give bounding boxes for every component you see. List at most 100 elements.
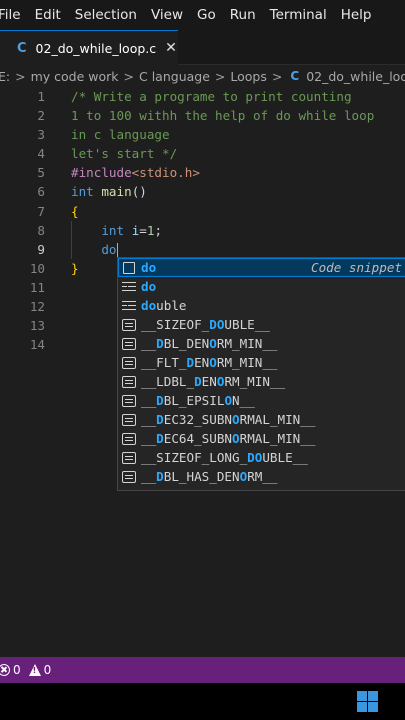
suggestion-item[interactable]: do xyxy=(118,277,405,296)
parens: () xyxy=(131,184,147,200)
match-highlight: D xyxy=(156,393,164,408)
constant-icon xyxy=(122,432,136,445)
label-text: uble xyxy=(156,298,187,313)
match-highlight: do xyxy=(141,279,157,294)
warning-count: 0 xyxy=(43,663,52,677)
match-highlight: O xyxy=(232,412,240,427)
constant-icon xyxy=(122,356,136,369)
match-highlight: do xyxy=(141,260,157,275)
suggestion-label: do xyxy=(141,258,156,277)
tab-bar: C 02_do_while_loop.c ✕ xyxy=(0,30,405,65)
menu-go[interactable]: Go xyxy=(197,7,216,23)
suggestion-item[interactable]: __SIZEOF_DOUBLE__ xyxy=(118,315,405,334)
warning-icon xyxy=(28,664,41,676)
semicolon: ; xyxy=(154,222,163,238)
suggestion-item[interactable]: __DEC32_SUBNORMAL_MIN__ xyxy=(118,410,405,429)
code-line-include: #include<stdio.h> xyxy=(71,163,405,182)
suggestion-label: __FLT_DENORM_MIN__ xyxy=(141,353,278,372)
label-text: __SIZEOF_ xyxy=(141,317,210,332)
constant-icon xyxy=(122,413,136,426)
constant-icon xyxy=(122,318,136,331)
label-text: __ xyxy=(141,412,157,427)
match-highlight: O xyxy=(232,431,240,446)
tab-02-do-while-loop[interactable]: C 02_do_while_loop.c ✕ xyxy=(0,30,178,65)
line-number: 4 xyxy=(37,146,45,162)
menu-view[interactable]: View xyxy=(151,7,183,23)
problems-indicator[interactable]: 0 0 xyxy=(0,663,51,677)
suggestion-item[interactable]: do Code snippet xyxy=(118,258,405,277)
line-number: 3 xyxy=(37,127,45,143)
label-text: __LDBL_ xyxy=(141,374,195,389)
suggestion-item[interactable]: __SIZEOF_LONG_DOUBLE__ xyxy=(118,448,405,467)
menu-run[interactable]: Run xyxy=(230,7,256,23)
suggestion-item[interactable]: double xyxy=(118,296,405,315)
code-line-comment: in c language xyxy=(71,127,170,143)
match-highlight: D xyxy=(156,431,164,446)
match-highlight: D xyxy=(194,374,202,389)
line-number: 5 xyxy=(37,165,45,181)
constant-icon xyxy=(122,375,136,388)
menu-file[interactable]: File xyxy=(0,7,21,23)
code-line-comment: let's start */ xyxy=(71,146,178,162)
suggestion-widget: do Code snippet do double __SIZEOF_DOUBLE__ _… xyxy=(117,257,405,491)
line-number: 13 xyxy=(29,318,45,334)
int-keyword: int xyxy=(71,184,94,200)
do-keyword: do xyxy=(101,241,117,257)
label-text: EN xyxy=(201,374,217,389)
c-file-icon: C xyxy=(290,69,300,83)
label-text: __ xyxy=(141,336,157,351)
breadcrumb-loops[interactable]: Loops xyxy=(230,69,267,84)
snippet-icon xyxy=(123,261,135,274)
error-count: 0 xyxy=(13,663,21,677)
menu-selection[interactable]: Selection xyxy=(75,7,137,23)
suggestion-item[interactable]: __DBL_HAS_DENORM__ xyxy=(118,467,405,486)
line-number: 6 xyxy=(37,184,45,200)
label-text: __ xyxy=(141,469,157,484)
taskbar xyxy=(0,683,405,720)
chevron-right-icon: > xyxy=(214,68,226,84)
close-brace: } xyxy=(71,260,79,276)
suggestion-label: __DBL_HAS_DENORM__ xyxy=(141,467,278,486)
label-text: __ xyxy=(141,431,157,446)
suggestion-label: __DBL_EPSILON__ xyxy=(141,391,255,410)
label-text: __SIZEOF_LONG_ xyxy=(141,450,248,465)
main-function: main xyxy=(101,184,132,200)
code-line-declaration: int i=1; xyxy=(71,221,405,240)
error-icon xyxy=(0,664,10,676)
equals: = xyxy=(139,222,147,238)
suggestion-item[interactable]: __DEC64_SUBNORMAL_MIN__ xyxy=(118,429,405,448)
line-number: 8 xyxy=(37,222,45,238)
suggestion-item[interactable]: __LDBL_DENORM_MIN__ xyxy=(118,372,405,391)
menu-terminal[interactable]: Terminal xyxy=(270,7,327,23)
label-text: RM_MIN__ xyxy=(216,355,278,370)
label-text: __ xyxy=(141,393,157,408)
line-number: 7 xyxy=(37,203,45,219)
suggestion-item[interactable]: __FLT_DENORM_MIN__ xyxy=(118,353,405,372)
breadcrumb-my-code-work[interactable]: my code work xyxy=(31,69,119,84)
suggestion-item[interactable]: __DBL_EPSILON__ xyxy=(118,391,405,410)
match-highlight: D xyxy=(156,336,164,351)
label-text: EC64_SUBN xyxy=(163,431,233,446)
suggestion-label: __SIZEOF_LONG_DOUBLE__ xyxy=(141,448,308,467)
menu-edit[interactable]: Edit xyxy=(35,7,61,23)
label-text: BL_HAS_DEN xyxy=(163,469,240,484)
breadcrumb-drive[interactable]: E: xyxy=(0,69,10,84)
close-icon[interactable]: ✕ xyxy=(165,40,177,56)
breadcrumb-file[interactable]: 02_do_while_loop.c xyxy=(306,69,405,84)
code-editor[interactable]: 1 2 3 4 5 6 7 8 9 10 11 12 13 14 /* Writ… xyxy=(0,87,405,657)
windows-logo-icon[interactable] xyxy=(357,691,378,712)
breadcrumb-c-language[interactable]: C language xyxy=(139,69,210,84)
open-brace: { xyxy=(71,203,79,219)
menu-help[interactable]: Help xyxy=(341,7,372,23)
match-highlight: D xyxy=(186,355,195,370)
label-text: RMAL_MIN__ xyxy=(239,412,316,427)
match-highlight: O xyxy=(224,393,233,408)
suggestion-detail: Code snippet xyxy=(311,260,402,275)
suggestion-label: __DEC32_SUBNORMAL_MIN__ xyxy=(141,410,315,429)
chevron-right-icon: > xyxy=(123,68,134,84)
c-file-icon: C xyxy=(17,40,27,56)
suggestion-item[interactable]: __DBL_DENORM_MIN__ xyxy=(118,334,405,353)
label-text: EC32_SUBN xyxy=(163,412,233,427)
match-highlight: D xyxy=(156,412,164,427)
